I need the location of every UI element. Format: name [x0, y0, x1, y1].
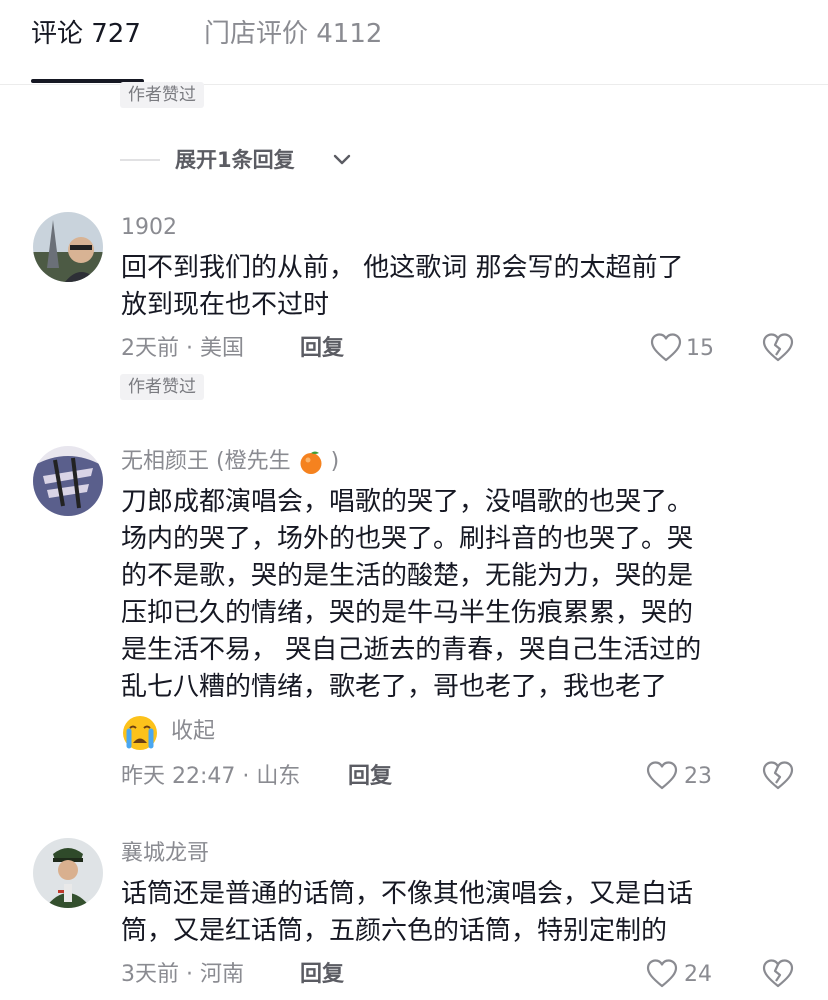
broken-heart-icon[interactable]	[762, 332, 794, 364]
collapse-label: 收起	[171, 719, 216, 744]
heart-icon	[646, 959, 678, 988]
comment-line: 是生活不易， 哭自己逝去的青春，哭自己生活过的	[121, 635, 702, 665]
heart-icon	[650, 333, 682, 362]
orange-icon	[300, 451, 322, 474]
tab-store-reviews[interactable]: 门店评价 4112	[204, 18, 382, 50]
comment-text: 回不到我们的从前， 他这歌词 那会写的太超前了 放到现在也不过时	[121, 250, 801, 324]
comment-line: 场内的哭了，场外的也哭了。刷抖音的也哭了。哭	[121, 524, 694, 554]
chevron-down-icon	[333, 154, 351, 165]
comment-text: 话筒还是普通的话筒，不像其他演唱会，又是白话 筒，又是红话筒，五颜六色的话筒，特…	[121, 876, 801, 950]
comment-line: 话筒还是普通的话筒，不像其他演唱会，又是白话	[121, 879, 694, 909]
reply-button[interactable]: 回复	[348, 762, 392, 792]
broken-heart-icon[interactable]	[762, 958, 794, 990]
comment-line: 筒，又是红话筒，五颜六色的话筒，特别定制的	[121, 916, 668, 946]
comment-meta: 2天前 · 美国	[121, 336, 244, 361]
comment-line: 回不到我们的从前， 他这歌词 那会写的太超前了	[121, 253, 684, 283]
like-count: 24	[684, 962, 712, 987]
tab-comments[interactable]: 评论 727	[31, 18, 141, 50]
crying-face-icon	[123, 716, 157, 750]
heart-icon	[646, 761, 678, 790]
comment-tabs: 评论 727 门店评价 4112	[0, 0, 828, 85]
comment-line: 压抑已久的情绪，哭的是牛马半生伤痕累累，哭的	[121, 598, 694, 628]
comment-text: 刀郎成都演唱会，唱歌的哭了，没唱歌的也哭了。 场内的哭了，场外的也哭了。刷抖音的…	[121, 484, 801, 706]
comment-line: 乱七八糟的情绪，歌老了，哥也老了，我也老了	[121, 672, 668, 702]
broken-heart-icon[interactable]	[762, 760, 794, 792]
author-liked-badge: 作者赞过	[120, 374, 204, 400]
avatar[interactable]	[33, 212, 103, 282]
comment-meta: 昨天 22:47 · 山东	[121, 764, 301, 789]
avatar[interactable]	[33, 446, 103, 516]
username[interactable]: 无相颜王 (橙先生 )	[121, 448, 339, 476]
comment-line: 刀郎成都演唱会，唱歌的哭了，没唱歌的也哭了。	[121, 487, 694, 517]
username[interactable]: 襄城龙哥	[121, 840, 209, 868]
like-count: 23	[684, 764, 712, 789]
reply-button[interactable]: 回复	[300, 334, 344, 364]
author-liked-badge: 作者赞过	[120, 82, 204, 108]
expand-replies-label: 展开1条回复	[175, 148, 295, 172]
avatar[interactable]	[33, 838, 103, 908]
reply-button[interactable]: 回复	[300, 960, 344, 990]
username[interactable]: 1902	[121, 214, 177, 242]
username-text: 无相颜王 (橙先生	[121, 449, 291, 474]
comment-line: 的不是歌，哭的是生活的酸楚，无能为力，哭的是	[121, 561, 694, 591]
expand-divider	[120, 159, 160, 161]
username-suffix: )	[330, 449, 340, 474]
comment-meta: 3天前 · 河南	[121, 962, 244, 987]
like-count: 15	[686, 336, 714, 361]
comment-line: 放到现在也不过时	[121, 290, 330, 320]
